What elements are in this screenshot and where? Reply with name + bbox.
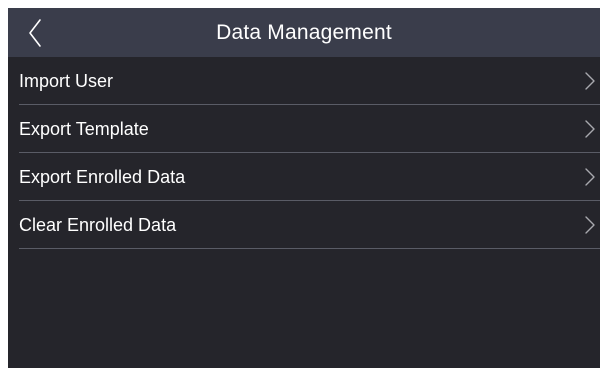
chevron-right-icon bbox=[584, 215, 596, 235]
chevron-right-icon bbox=[584, 119, 596, 139]
menu-item-import-user[interactable]: Import User bbox=[8, 57, 600, 105]
page-title: Data Management bbox=[216, 21, 392, 44]
chevron-left-icon bbox=[20, 14, 56, 52]
menu-item-label: Clear Enrolled Data bbox=[19, 215, 177, 235]
menu-item-export-template[interactable]: Export Template bbox=[8, 105, 600, 153]
menu-item-export-enrolled-data[interactable]: Export Enrolled Data bbox=[8, 153, 600, 201]
menu-item-label: Export Template bbox=[19, 119, 149, 139]
chevron-right-icon bbox=[584, 71, 596, 91]
menu-item-label: Export Enrolled Data bbox=[19, 167, 186, 187]
back-button[interactable] bbox=[20, 14, 56, 52]
divider bbox=[19, 248, 600, 249]
menu-list: Import User Export Template Export Enrol… bbox=[8, 57, 600, 249]
header-bar: Data Management bbox=[8, 8, 600, 57]
device-screen: Data Management Import User Export Templ… bbox=[8, 8, 600, 368]
menu-item-clear-enrolled-data[interactable]: Clear Enrolled Data bbox=[8, 201, 600, 249]
chevron-right-icon bbox=[584, 167, 596, 187]
menu-item-label: Import User bbox=[19, 71, 114, 91]
